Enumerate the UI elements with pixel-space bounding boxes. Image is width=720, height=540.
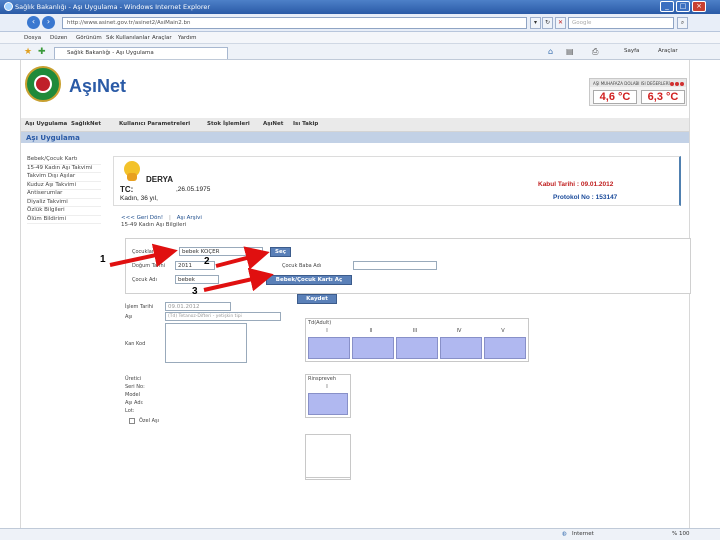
annotation-arrow-3: [203, 267, 274, 292]
annotation-number-2: 2: [204, 256, 210, 267]
status-zone: Internet: [572, 531, 594, 537]
zoom-level[interactable]: % 100: [672, 531, 689, 537]
annotation-arrows: [109, 243, 274, 292]
annotation-arrow-1: [109, 243, 178, 268]
status-bar: ◍ Internet % 100: [0, 528, 720, 540]
annotation-arrow-2: [215, 246, 270, 270]
annotation-number-3: 3: [192, 286, 198, 297]
globe-icon: ◍: [562, 531, 567, 537]
annotation-number-1: 1: [100, 254, 106, 265]
